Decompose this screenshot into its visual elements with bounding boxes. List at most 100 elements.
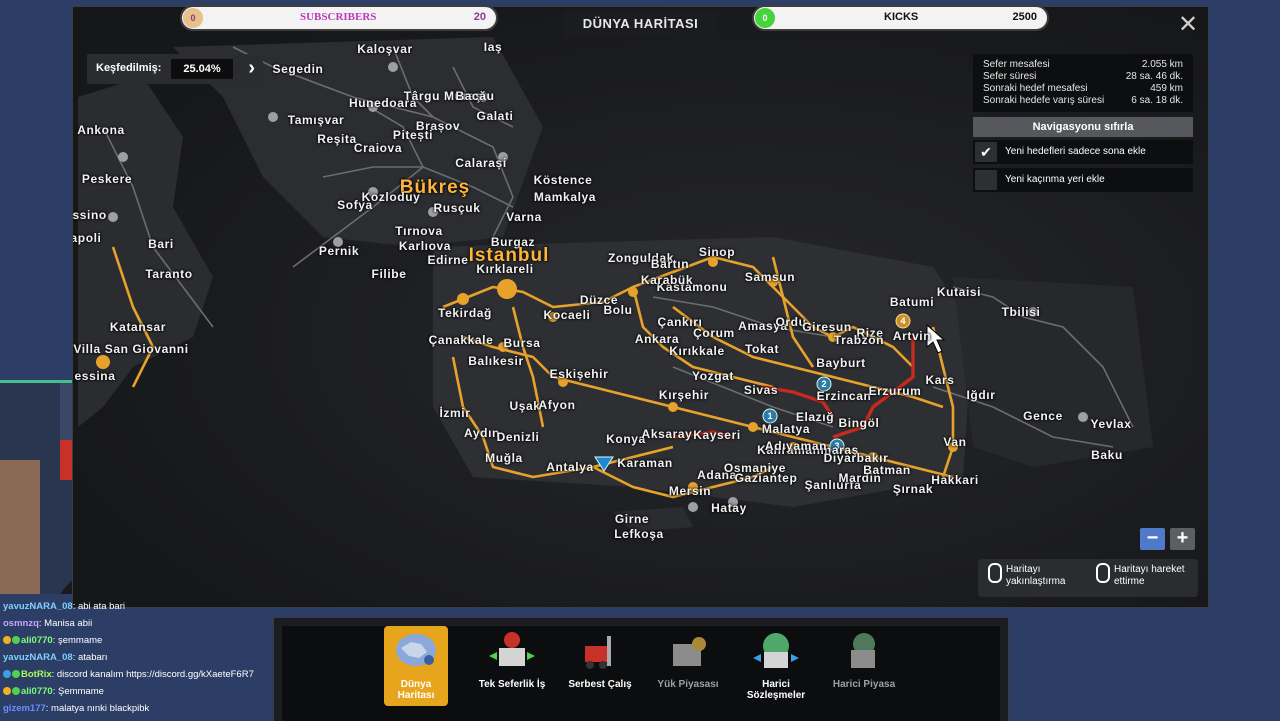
window-title: DÜNYA HARİTASI	[563, 11, 718, 37]
chevron-right-icon[interactable]: ›	[248, 57, 255, 80]
city-label: Peskere	[81, 172, 133, 186]
city-label: Segedin	[272, 62, 324, 76]
globe-map-icon	[396, 634, 436, 666]
menu-freelance[interactable]: Serbest Çalış	[556, 626, 644, 706]
chat-user: yavuzNARA_08	[3, 652, 73, 663]
city-label: Mamkalya	[533, 190, 597, 204]
option-label: Yeni hedefleri sadece sona ekle	[1005, 146, 1146, 157]
city-label: Karabük	[640, 273, 694, 287]
city-label: Craiova	[353, 141, 403, 155]
city-label: Batumi	[889, 295, 935, 309]
chat-text: : discord kanalım https://discord.gg/kXa…	[51, 669, 254, 680]
info-label: Sonraki hedef mesafesi	[983, 83, 1088, 94]
chat-text: : abi ata bari	[72, 601, 125, 612]
badge-icon	[12, 687, 20, 695]
controls-hint-bar: Haritayı yakınlaştırma Haritayı hareket …	[978, 559, 1198, 597]
city-label: Şırnak	[892, 482, 934, 496]
city-label: Muğla	[485, 451, 523, 465]
city-label: Trabzon	[833, 333, 885, 347]
chat-user: ali0770	[21, 635, 53, 646]
menu-external-market[interactable]: Harici Piyasa	[820, 626, 908, 706]
menu-quick-job[interactable]: Tek Seferlik İş	[468, 626, 556, 706]
city-label: Girne	[614, 512, 650, 526]
city-label: Calarași	[455, 156, 507, 170]
city-label: essina	[74, 369, 116, 383]
badge-icon	[3, 670, 11, 678]
kicks-label: KICKS	[884, 11, 919, 23]
hint-zoom: Haritayı yakınlaştırma	[1006, 564, 1066, 587]
info-row-trip-time: Sefer süresi 28 sa. 46 dk.	[983, 71, 1183, 83]
close-button[interactable]: ✕	[1176, 13, 1200, 37]
city-label: Tokat	[744, 342, 780, 356]
city-label: Adıyaman	[764, 439, 828, 453]
city-label: Bacău	[455, 89, 495, 103]
city-label: Tamışvar	[287, 113, 345, 127]
zoom-in-button[interactable]: +	[1170, 528, 1195, 550]
chat-message: yavuzNARA_08: atabarı	[3, 652, 108, 663]
menu-label: Harici Sözleşmeler	[746, 679, 806, 701]
city-label: apoli	[72, 231, 102, 245]
city-label: Filibe	[371, 267, 407, 281]
kicks-count: 0	[755, 8, 775, 28]
chat-text: : şemmame	[52, 635, 103, 646]
menu-label: Tek Seferlik İş	[478, 679, 546, 690]
city-label: Edirne	[427, 253, 469, 267]
badge-icon	[3, 636, 11, 644]
checkbox-icon[interactable]	[975, 170, 997, 190]
city-label: Malatya	[761, 422, 811, 436]
chat-message: yavuzNARA_08: abi ata bari	[3, 601, 125, 612]
menu-label: Dünya Haritası	[397, 679, 435, 701]
svg-text:4: 4	[900, 316, 905, 326]
city-label: Mersin	[668, 484, 712, 498]
chat-user: gizem177	[3, 703, 46, 714]
external-market-icon	[851, 633, 875, 668]
option-append-destinations[interactable]: ✔ Yeni hedefleri sadece sona ekle	[973, 140, 1193, 164]
forklift-icon	[585, 636, 611, 669]
menu-external-contracts[interactable]: Harici Sözleşmeler	[732, 626, 820, 706]
city-label: Kutaisi	[936, 285, 982, 299]
info-row-next-distance: Sonraki hedef mesafesi 459 km	[983, 83, 1183, 95]
chat-message: osmnzq: Manisa abii	[3, 618, 92, 629]
chat-user: yavuzNARA_08	[3, 601, 73, 612]
chat-user: osmnzq	[3, 618, 39, 629]
menu-cargo-market[interactable]: Yük Piyasası	[644, 626, 732, 706]
quick-job-icon	[489, 632, 535, 666]
bottom-menu-inner: Dünya Haritası Tek Seferlik İş Serbest Ç…	[282, 626, 1000, 721]
zoom-out-button[interactable]: −	[1140, 528, 1165, 550]
city-label: Karlıova	[398, 239, 452, 253]
chat-message: gizem177: malatya nınki blackpibk	[3, 703, 149, 714]
checkbox-checked-icon[interactable]: ✔	[975, 142, 997, 162]
city-label: Afyon	[538, 398, 576, 412]
city-label: Aksaray	[641, 427, 693, 441]
city-label: Kozloduy	[361, 190, 421, 204]
city-label: Hakkari	[931, 473, 979, 487]
city-label: Batman	[863, 463, 911, 477]
city-label: Yevlax	[1090, 417, 1132, 431]
chat-text: : Şemmame	[52, 686, 104, 697]
chat-user: BotRix	[21, 669, 52, 680]
subscribers-counter: 0 SUBSCRIBERS 20	[180, 5, 498, 31]
hint-move: Haritayı hareket ettirme	[1114, 564, 1185, 587]
kicks-counter: 0 KICKS 2500	[752, 5, 1049, 31]
menu-world-map[interactable]: Dünya Haritası	[384, 626, 448, 706]
city-label: Baku	[1091, 448, 1123, 462]
city-label: Tekirdağ	[438, 306, 492, 320]
chat-message: BotRix: discord kanalım https://discord.…	[3, 669, 254, 680]
city-label: assino	[72, 208, 107, 222]
city-label: Kocaeli	[543, 308, 591, 322]
menu-label: Serbest Çalış	[568, 679, 632, 690]
info-value: 28 sa. 46 dk.	[1125, 71, 1183, 82]
city-label: Hatay	[711, 501, 747, 515]
city-label: Kırşehir	[658, 388, 710, 402]
city-label: Sivas	[743, 383, 779, 397]
cargo-market-icon	[673, 637, 706, 666]
world-map-window: 1 2 3 4 Kaloşvar Iaş Segedin Hunedoara Târgu…	[72, 6, 1209, 608]
option-add-avoid-point[interactable]: Yeni kaçınma yeri ekle	[973, 168, 1193, 192]
city-label: Istanbul	[468, 245, 550, 266]
city-label: Bingöl	[838, 416, 880, 430]
city-label: Gence	[1023, 409, 1063, 423]
chat-message: ali0770: Şemmame	[3, 686, 104, 697]
city-label: Bari	[148, 237, 174, 251]
reset-navigation-button[interactable]: Navigasyonu sıfırla	[973, 117, 1193, 137]
explored-panel: Keşfedilmiş: 25.04% ›	[87, 54, 263, 84]
